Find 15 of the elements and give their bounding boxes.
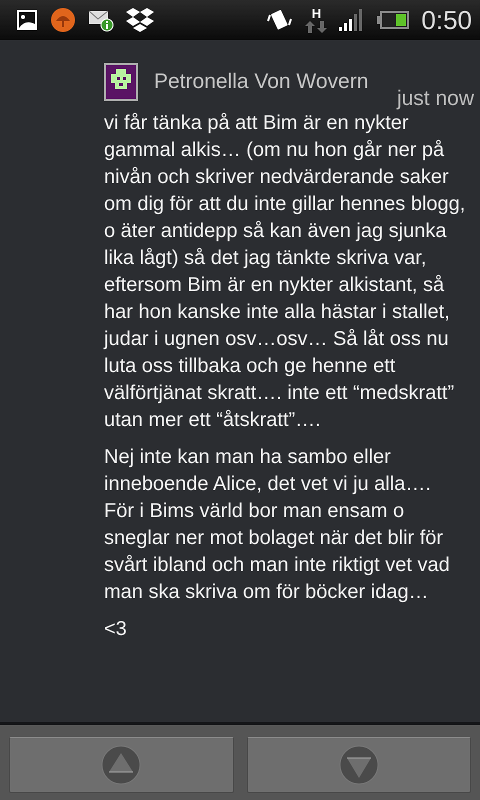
avatar-icon[interactable] (104, 63, 138, 101)
author-name: Petronella Von Wovern (154, 70, 368, 94)
dropbox-icon (126, 7, 154, 33)
comment-paragraph: vi får tänka på att Bim är en nykter gammal alkis… (om nu hon går ner på nivån och skriver nedvärderande saker om dig för att du inte gillar hennes blogg, o äter antidepp så kan även jag sjunka lika lågt) så det jag tänkte skriva var, eftersom Bim är en nykter alkistant, så har hon kanske inte alla hästar i stallet, judar i ugnen osv…osv… Så låt oss nu luta oss tillbaka och ge henne ett välförtjänat skratt…. inte ett “medskratt” utan mer ett “åtskratt”…. (104, 111, 466, 433)
clock: 0:50 (421, 4, 472, 36)
next-button[interactable] (246, 737, 471, 793)
comment-paragraph: <3 (104, 617, 128, 642)
gallery-icon (16, 9, 38, 31)
timestamp: just now (396, 88, 474, 110)
previous-button[interactable] (9, 737, 234, 793)
comment-paragraph: Nej inte kan man ha sambo eller inneboende Alice, det vet vi ju alla…. För i Bims värld bor man ensam o sneglar ner mot bolaget när det blir för svårt ibland och man inte riktigt vet vad man ska skriva om för böcker idag… (104, 445, 451, 605)
battery-icon (377, 11, 410, 29)
mail-info-icon (88, 8, 114, 32)
data-arrows-icon (305, 20, 328, 34)
network-type: H (312, 6, 322, 20)
